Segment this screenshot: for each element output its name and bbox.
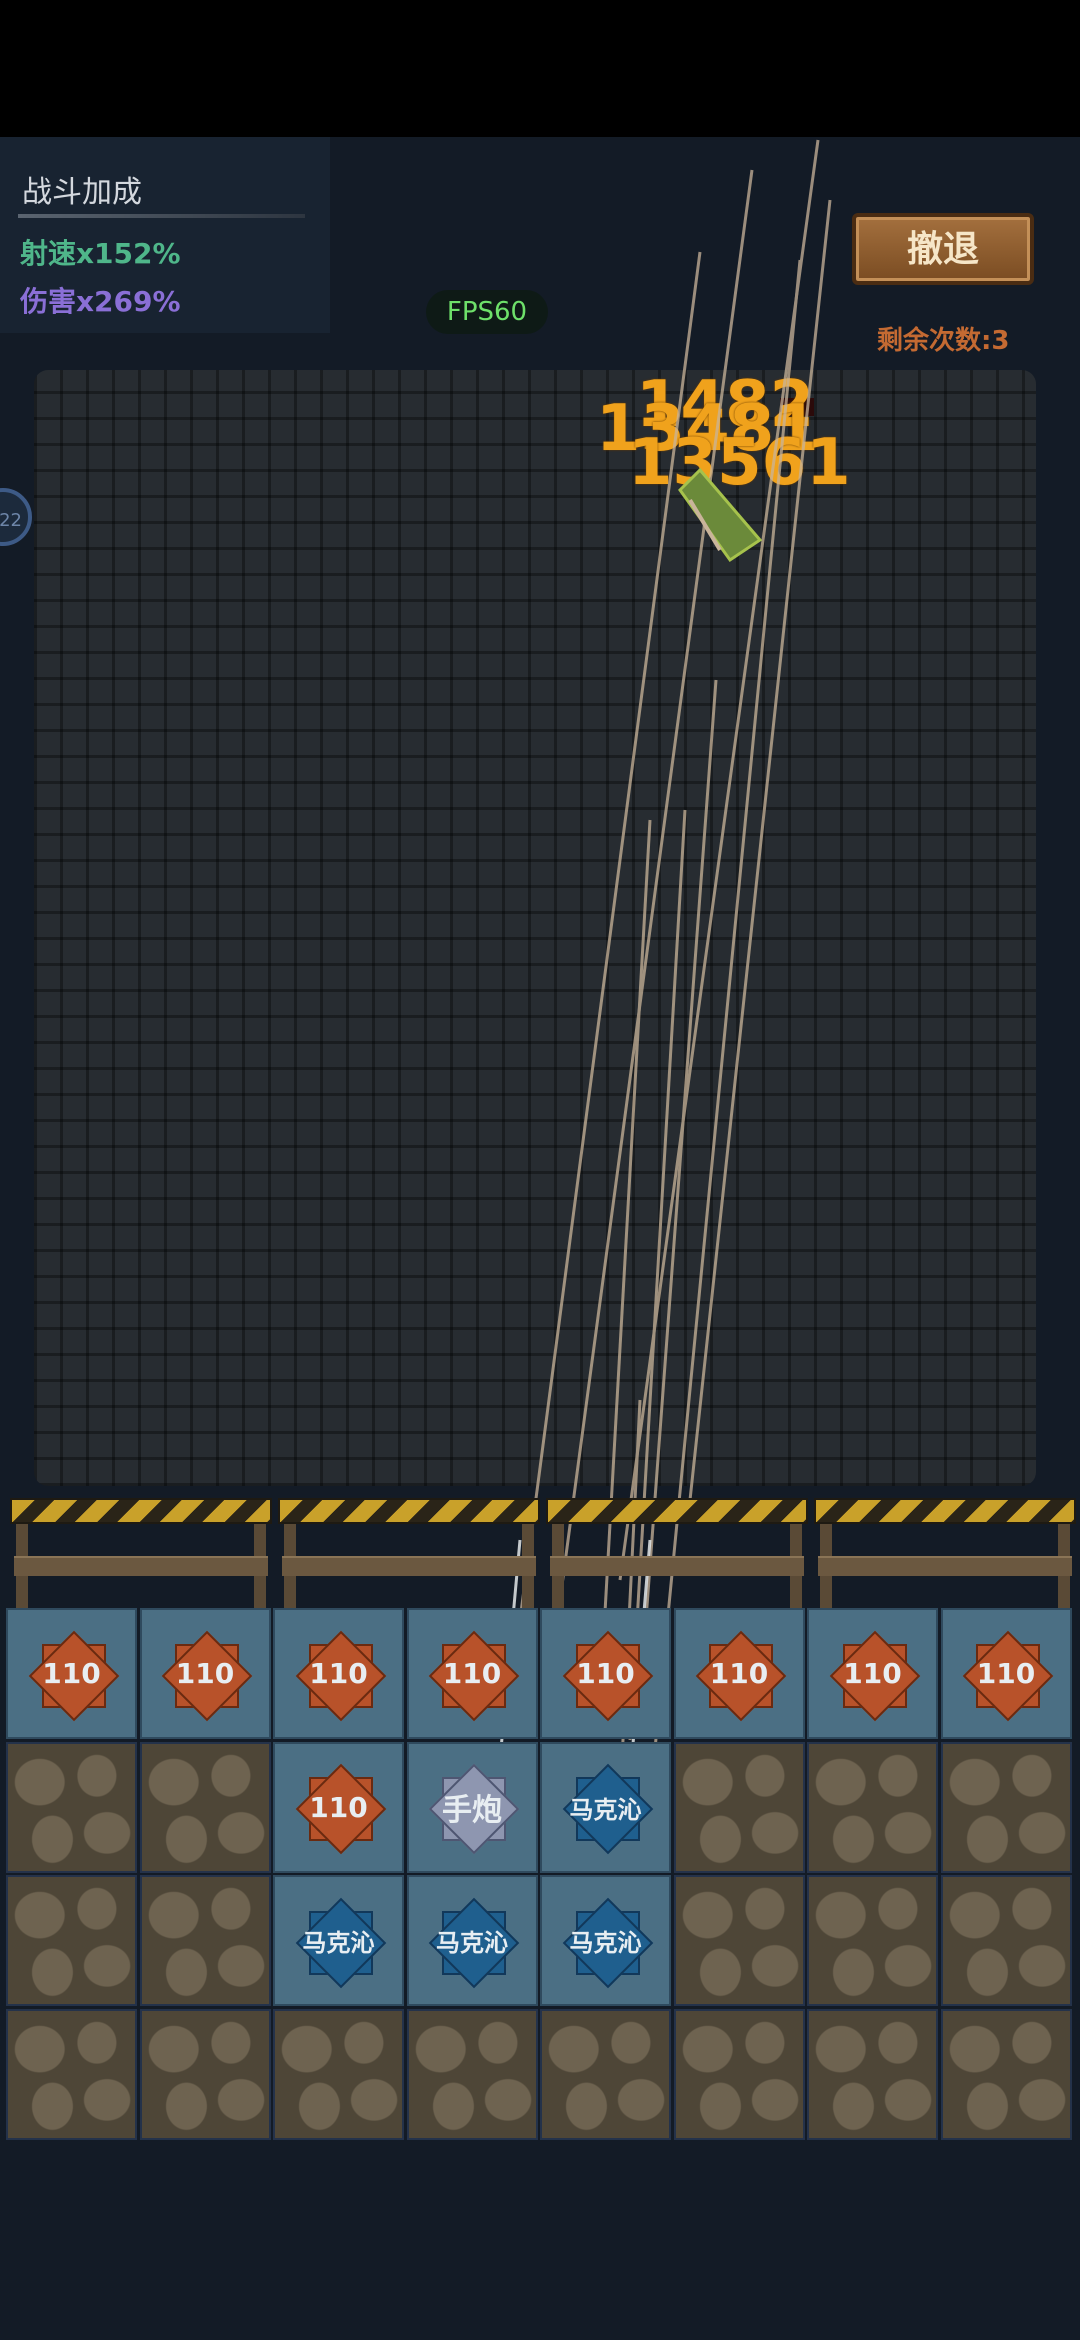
rock-cell[interactable] [273, 2008, 404, 2140]
turret-label: 马克沁 [302, 1929, 375, 1957]
turret-label: 马克沁 [436, 1929, 508, 1957]
projectile-trail [518, 251, 702, 1621]
blue-gem-icon: 马克沁 [564, 1899, 648, 1983]
rock-cell[interactable] [139, 1741, 271, 1873]
turret-label: 110 [309, 1657, 368, 1690]
turret-slot[interactable]: 110 [807, 1608, 938, 1739]
barricade [278, 1498, 540, 1608]
silver-gem-icon: 手炮 [430, 1765, 514, 1849]
turret-label: 110 [976, 1657, 1036, 1690]
orange-gem-icon: 110 [297, 1632, 381, 1716]
turret-grid: 110 110 110 110 110 110 110 110 110 手炮 马克沁 马克沁 马克沁 马克… [6, 1608, 1074, 2146]
turret-slot[interactable]: 手炮 [406, 1741, 538, 1873]
rock-cell[interactable] [406, 2008, 538, 2140]
turret-label: 110 [442, 1657, 502, 1690]
rock-cell[interactable] [540, 2008, 671, 2140]
turret-label: 手炮 [442, 1793, 502, 1828]
blue-gem-icon: 马克沁 [430, 1899, 514, 1983]
turret-slot[interactable]: 马克沁 [540, 1875, 671, 2006]
blue-gem-icon: 马克沁 [564, 1765, 648, 1849]
turret-label: 110 [175, 1657, 235, 1690]
barricade-row [10, 1498, 1076, 1608]
turret-label: 110 [843, 1657, 902, 1690]
turret-slot[interactable]: 110 [673, 1608, 805, 1739]
orange-gem-icon: 110 [697, 1632, 781, 1716]
rock-cell[interactable] [673, 2008, 805, 2140]
blue-gem-icon: 马克沁 [297, 1899, 381, 1983]
rock-cell[interactable] [139, 2008, 271, 2140]
rock-cell[interactable] [6, 1741, 137, 1873]
turret-label: 马克沁 [569, 1929, 642, 1957]
barricade [546, 1498, 808, 1608]
rock-cell[interactable] [940, 2008, 1072, 2140]
rock-cell[interactable] [139, 1875, 271, 2006]
turret-slot[interactable]: 110 [139, 1608, 271, 1739]
turret-label: 110 [709, 1657, 769, 1690]
projectile-trail [558, 169, 754, 1601]
rock-cell[interactable] [6, 1875, 137, 2006]
orange-gem-icon: 110 [163, 1632, 247, 1716]
rock-cell[interactable] [673, 1875, 805, 2006]
orange-gem-icon: 110 [30, 1632, 114, 1716]
projectile-trail [688, 199, 832, 1501]
orange-gem-icon: 110 [297, 1765, 381, 1849]
turret-label: 马克沁 [569, 1795, 642, 1824]
orange-gem-icon: 110 [430, 1632, 514, 1716]
turret-slot[interactable]: 110 [273, 1741, 404, 1873]
barricade [814, 1498, 1076, 1608]
rock-cell[interactable] [940, 1741, 1072, 1873]
orange-gem-icon: 110 [831, 1632, 915, 1716]
turret-slot[interactable]: 110 [6, 1608, 137, 1739]
turret-label: 110 [309, 1790, 368, 1824]
turret-slot[interactable]: 110 [940, 1608, 1072, 1739]
rock-cell[interactable] [673, 1741, 805, 1873]
orange-gem-icon: 110 [564, 1632, 648, 1716]
rock-cell[interactable] [807, 1875, 938, 2006]
turret-slot[interactable]: 110 [406, 1608, 538, 1739]
rock-cell[interactable] [6, 2008, 137, 2140]
turret-slot[interactable]: 马克沁 [406, 1875, 538, 2006]
turret-slot[interactable]: 110 [273, 1608, 404, 1739]
turret-slot[interactable]: 110 [540, 1608, 671, 1739]
projectile-trail [618, 139, 820, 1581]
turret-slot[interactable]: 马克沁 [273, 1875, 404, 2006]
turret-slot[interactable]: 马克沁 [540, 1741, 671, 1873]
rock-cell[interactable] [807, 2008, 938, 2140]
barricade [10, 1498, 272, 1608]
rock-cell[interactable] [807, 1741, 938, 1873]
turret-label: 110 [42, 1657, 101, 1690]
orange-gem-icon: 110 [964, 1632, 1048, 1716]
rock-cell[interactable] [940, 1875, 1072, 2006]
enemy-sprite [678, 467, 763, 563]
turret-label: 110 [576, 1657, 635, 1690]
